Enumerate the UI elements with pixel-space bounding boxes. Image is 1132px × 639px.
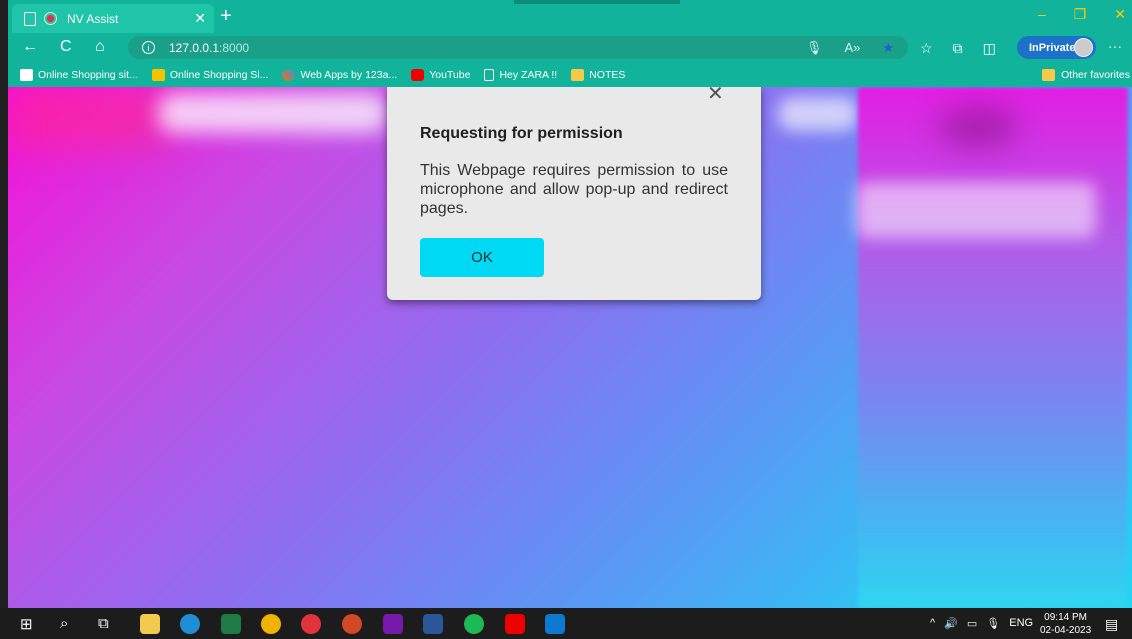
more-menu-button[interactable]: ···	[1108, 38, 1122, 54]
favorite-label: Online Shopping sit...	[38, 68, 138, 81]
dialog-message: This Webpage requires permission to use …	[420, 162, 728, 217]
word-icon[interactable]	[423, 614, 443, 634]
profile-avatar	[1074, 38, 1093, 57]
inprivate-label: InPrivate	[1029, 41, 1076, 54]
address-bar[interactable]: i 127.0.0.1:8000 🎙 A» ★	[128, 36, 908, 59]
blurred-side-card	[856, 182, 1096, 238]
shopping-icon	[151, 68, 165, 81]
restore-button[interactable]: ❐	[1074, 6, 1087, 23]
favorite-item[interactable]: NOTES	[571, 68, 626, 81]
tab-title: NV Assist	[67, 11, 119, 26]
blurred-side-avatar	[938, 107, 1018, 147]
collections-icon[interactable]: ⧉	[953, 40, 963, 57]
favorites-icon[interactable]: ☆	[920, 40, 933, 57]
favorite-item[interactable]: Hey ZARA !!	[484, 68, 558, 81]
new-tab-button[interactable]: +	[220, 5, 232, 28]
blurred-header-right	[778, 97, 858, 131]
favorite-label: Web Apps by 123a...	[300, 68, 398, 81]
security-app-icon[interactable]	[301, 614, 321, 634]
excel-icon[interactable]	[221, 614, 241, 634]
network-icon[interactable]: ▭	[967, 617, 977, 630]
address-toolbar: ← C ⌂ i 127.0.0.1:8000 🎙 A» ★ ☆ ⧉ ◫ InPr…	[8, 33, 1132, 62]
refresh-button[interactable]: C	[60, 38, 72, 56]
favorite-label: Hey ZARA !!	[499, 68, 558, 81]
edge-icon[interactable]	[180, 614, 200, 634]
onenote-icon[interactable]	[383, 614, 403, 634]
favorite-star-icon[interactable]: ★	[882, 40, 894, 56]
language-indicator[interactable]: ENG	[1009, 617, 1033, 630]
page-content: ✕ Requesting for permission This Webpage…	[8, 87, 1132, 608]
amazon-icon	[20, 68, 33, 81]
other-favorites[interactable]: Other favorites	[1042, 68, 1130, 81]
inprivate-button[interactable]: InPrivate	[1017, 36, 1096, 59]
page-icon	[24, 11, 36, 26]
system-tray: ^ 🔊 ▭ 🎙 ENG	[930, 617, 1033, 630]
favorite-item[interactable]: Online Shopping sit...	[20, 68, 138, 81]
folder-icon	[571, 68, 585, 81]
task-view-icon[interactable]: ⧉	[98, 615, 109, 632]
clock[interactable]: 09:14 PM 02-04-2023	[1040, 611, 1091, 637]
dialog-close-icon[interactable]: ✕	[707, 87, 724, 106]
ok-button[interactable]: OK	[420, 238, 544, 277]
recording-icon	[44, 12, 57, 25]
site-info-icon[interactable]: i	[142, 41, 155, 54]
microphone-icon[interactable]: 🎙	[806, 40, 823, 56]
url-host: 127.0.0.1	[169, 40, 220, 55]
search-icon[interactable]: ⌕	[60, 615, 68, 632]
favorite-label: NOTES	[589, 68, 626, 81]
notification-icon[interactable]: ▤	[1105, 616, 1118, 633]
top-stripe	[514, 0, 680, 4]
blurred-side-panel	[858, 87, 1128, 608]
window-controls: – ❐ ✕	[1038, 6, 1126, 23]
favorite-item[interactable]: Web Apps by 123a...	[282, 68, 398, 81]
powerpoint-icon[interactable]	[342, 614, 362, 634]
youtube-icon	[411, 68, 425, 81]
back-button[interactable]: ←	[22, 38, 38, 56]
tab-nv-assist[interactable]: NV Assist ✕	[12, 4, 214, 33]
permission-dialog: ✕ Requesting for permission This Webpage…	[387, 87, 761, 300]
toolbar-icons: ☆ ⧉ ◫	[920, 40, 996, 57]
youtube-app-icon[interactable]	[505, 614, 525, 634]
favorites-bar: Online Shopping sit... Online Shopping S…	[8, 62, 1132, 87]
taskbar: ⊞ ⌕ ⧉ ^ 🔊 ▭ 🎙 ENG 09:14 PM 02-04-2023 ▤	[0, 608, 1132, 639]
edge-bar-icon[interactable]: ◫	[983, 40, 996, 57]
tab-close-icon[interactable]: ✕	[194, 10, 206, 27]
favorite-item[interactable]: Online Shopping Si...	[151, 68, 269, 81]
favorite-label: Online Shopping Si...	[169, 68, 269, 81]
volume-icon[interactable]: 🔊	[944, 617, 958, 630]
clock-date: 02-04-2023	[1040, 625, 1092, 636]
dialog-title: Requesting for permission	[420, 125, 623, 142]
blurred-header	[158, 93, 388, 133]
tray-overflow-icon[interactable]: ^	[930, 617, 935, 630]
address-bar-icons: 🎙 A» ★	[806, 40, 894, 56]
microphone-tray-icon[interactable]: 🎙	[986, 617, 1000, 630]
file-explorer-icon[interactable]	[140, 614, 160, 634]
blurred-logo	[8, 87, 168, 147]
page-icon	[484, 68, 495, 81]
close-window-button[interactable]: ✕	[1114, 6, 1126, 23]
chrome-icon[interactable]	[261, 614, 281, 634]
windows-start-icon[interactable]: ⊞	[20, 615, 33, 633]
favorite-item[interactable]: YouTube	[411, 68, 471, 81]
home-button[interactable]: ⌂	[95, 38, 105, 56]
web-apps-icon	[282, 68, 296, 81]
other-favorites-label: Other favorites	[1061, 68, 1130, 81]
folder-icon	[1042, 68, 1056, 81]
tab-bar: NV Assist ✕ + – ❐ ✕	[8, 0, 1132, 33]
clock-time: 09:14 PM	[1044, 612, 1087, 623]
browser-window: NV Assist ✕ + – ❐ ✕ ← C ⌂ i 127.0.0.1:80…	[8, 0, 1132, 608]
url-port: :8000	[219, 40, 250, 55]
spotify-icon[interactable]	[464, 614, 484, 634]
minimize-button[interactable]: –	[1038, 6, 1046, 23]
vscode-icon[interactable]	[545, 614, 565, 634]
read-aloud-icon[interactable]: A»	[844, 40, 860, 56]
favorite-label: YouTube	[429, 68, 471, 81]
